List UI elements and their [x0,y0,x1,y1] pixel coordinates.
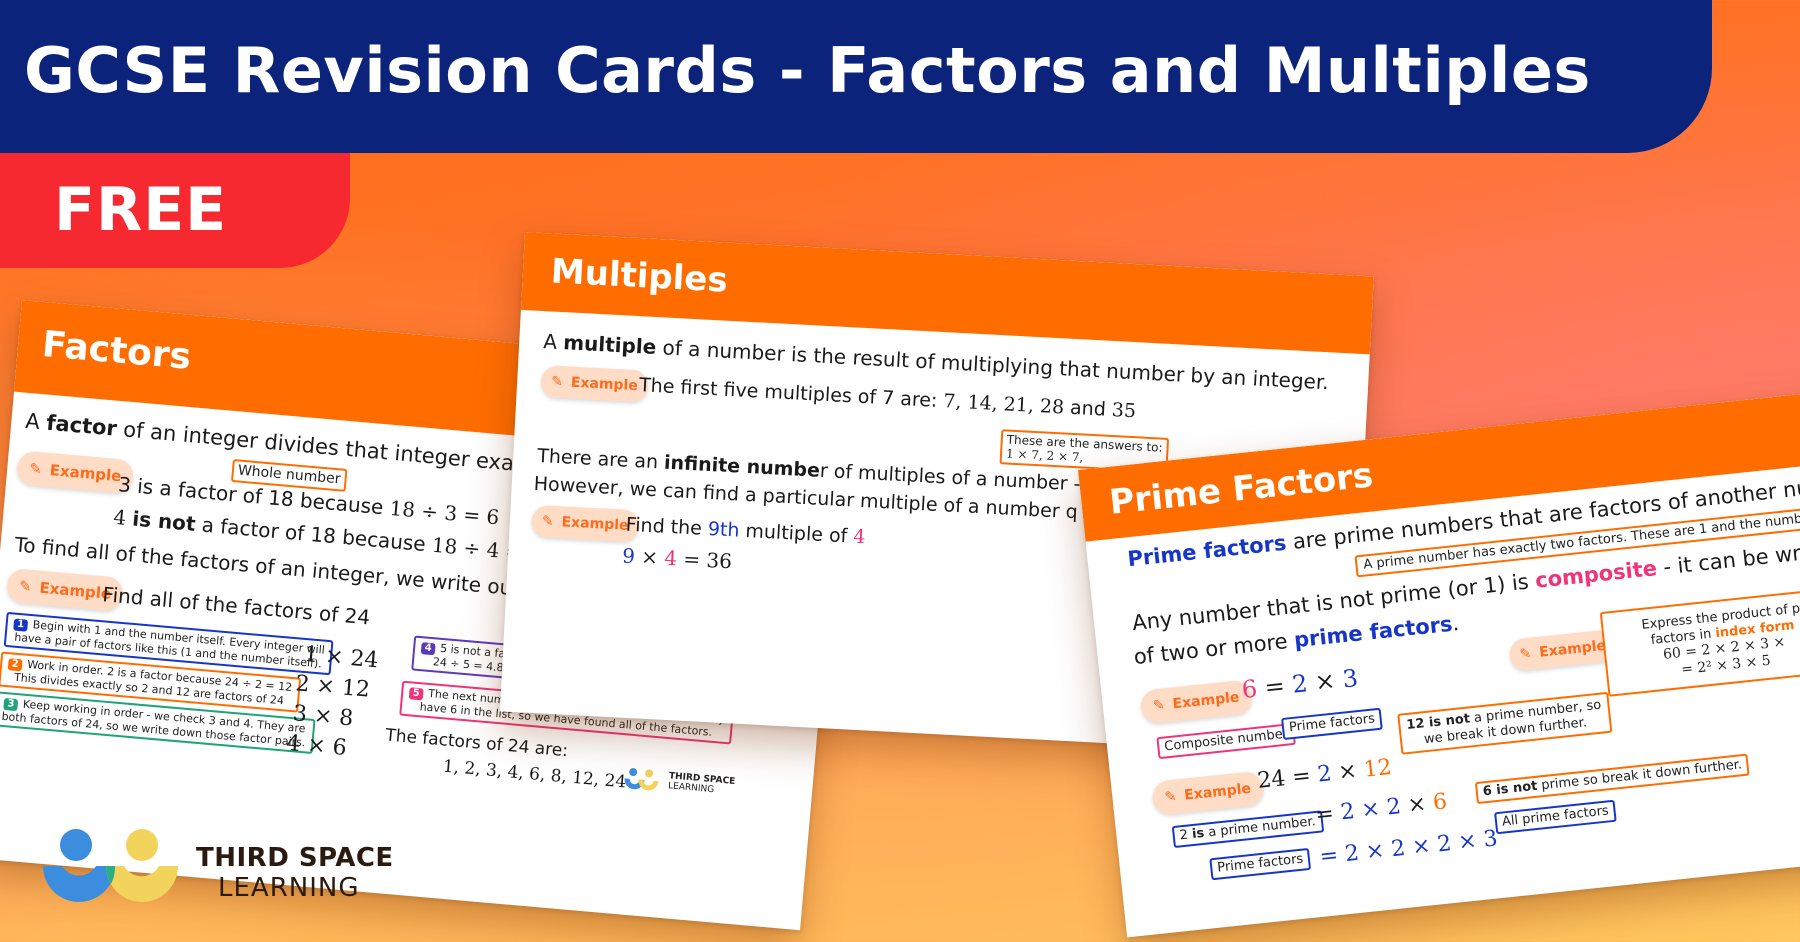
two-is-prime-note: 2 is a prime number. [1171,810,1324,848]
example-badge-3: ✎ Example [540,365,649,403]
composite-number-note: Composite number [1156,722,1297,759]
pencil-icon: ✎ [541,513,555,530]
step-5-number: 5 [408,687,424,701]
factor-pair-4: 4 × 6 [285,730,348,761]
brand-name-line2: LEARNING [218,872,360,903]
title-banner: GCSE Revision Cards - Factors and Multip… [0,0,1712,153]
find-all-example: Find all of the factors of 24 [101,582,372,630]
index-form-box: Express the product of p factors in inde… [1599,587,1800,697]
page-title: GCSE Revision Cards - Factors and Multip… [24,34,1591,107]
pencil-icon: ✎ [1152,697,1166,715]
multiples-card-title: Multiples [549,251,729,301]
third-space-logo-small [624,768,659,791]
brand-name: THIRD SPACE LEARNING [196,843,394,904]
example-badge-7: ✎ Example [1508,628,1618,672]
multiples-example-1: The first five multiples of 7 are: 7, 14… [638,374,1137,423]
brand-name-small: THIRD SPACE LEARNING [667,771,736,796]
prime-factors-card: Prime Factors Prime factors are prime nu… [1078,375,1800,938]
prime-example-row3: = 2 × 2 × 2 × 3 [1318,826,1499,870]
pencil-icon: ✎ [18,576,33,596]
example-badge-5: ✎ Example [1139,679,1254,725]
pencil-icon: ✎ [550,373,564,391]
all-prime-factors-note: All prime factors [1494,799,1617,834]
free-badge: FREE [0,153,350,268]
third-space-learning-logo [43,829,178,902]
composite-example: 6 = 2 × 3 [1240,663,1360,704]
prime-example-row1: 24 = 2 × 12 [1256,754,1393,794]
prime-factors-note: Prime factors [1281,707,1383,740]
prime-card-title: Prime Factors [1107,455,1375,523]
brand-name-line1: THIRD SPACE [196,843,394,873]
pencil-icon: ✎ [1163,788,1178,806]
factor-pair-2: 2 × 12 [294,671,371,703]
pencil-icon: ✎ [1518,645,1533,663]
step-4-number: 4 [420,642,436,656]
factors-card-title: Factors [40,324,193,378]
multiples-example-2: Find the 9th multiple of 4 [625,513,866,549]
step-2-number: 2 [7,658,23,672]
logo-blue-body [43,866,115,902]
six-not-prime-note: 6 is not prime so break it down further. [1474,753,1751,804]
logo-yellow-body [106,866,178,902]
example-badge-6: ✎ Example [1151,770,1265,816]
factor-pair-3: 3 × 8 [291,701,355,732]
logo-blue-head [60,829,92,861]
factors-result-label: The factors of 24 are: [384,725,569,762]
twelve-not-prime-note: 12 is not a prime number, so we break it … [1397,691,1613,755]
example-badge-4: ✎ Example [531,504,640,543]
multiples-calculation: 9 × 4 = 36 [621,543,733,574]
prime-factors-note-2: Prime factors [1209,847,1312,880]
logo-yellow-head [126,829,158,861]
prime-example-row2: = 2 × 2 × 6 [1314,789,1449,829]
free-label: FREE [54,175,228,245]
factors-result-values: 1, 2, 3, 4, 6, 8, 12, 24 [442,756,627,793]
pencil-icon: ✎ [28,459,43,479]
